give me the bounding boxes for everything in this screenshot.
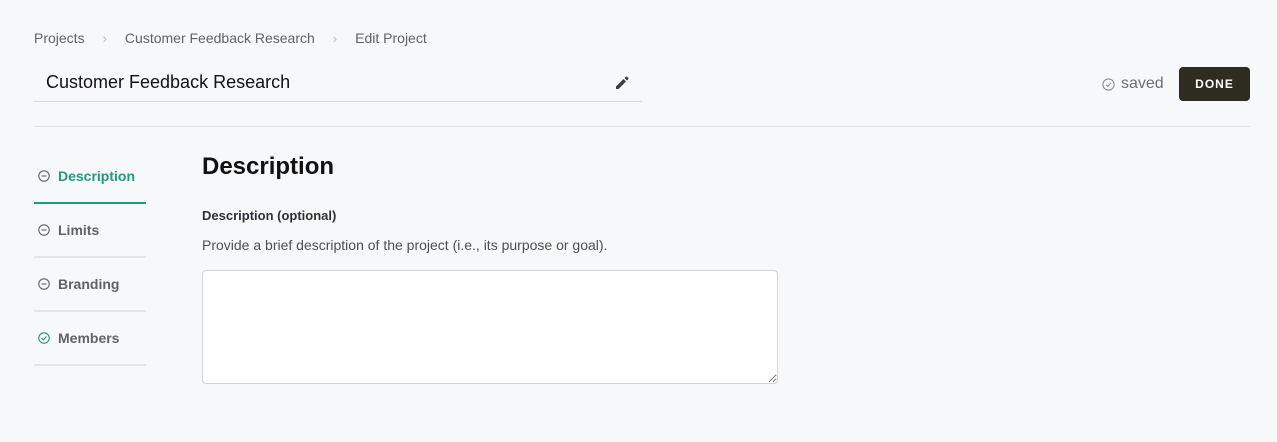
nav-item-label: Description	[58, 168, 136, 184]
saved-label: saved	[1121, 75, 1164, 92]
done-button[interactable]: DONE	[1179, 67, 1250, 101]
section-nav: Description Limits Branding Members	[34, 150, 146, 366]
description-label: Description (optional)	[202, 208, 337, 223]
breadcrumb-projects[interactable]: Projects	[34, 30, 85, 46]
breadcrumb-separator: ›	[102, 30, 107, 46]
nav-item-label: Members	[58, 330, 120, 346]
breadcrumb: Projects › Customer Feedback Research › …	[34, 30, 427, 46]
header-divider	[34, 126, 1250, 127]
pencil-icon[interactable]	[614, 75, 630, 91]
minus-circle-icon	[38, 278, 50, 290]
breadcrumb-current: Edit Project	[355, 30, 427, 46]
nav-item-description[interactable]: Description	[34, 150, 146, 204]
minus-circle-icon	[38, 224, 50, 236]
check-circle-icon	[1102, 77, 1115, 91]
minus-circle-icon	[38, 170, 50, 182]
nav-item-label: Branding	[58, 276, 120, 292]
nav-item-members[interactable]: Members	[34, 312, 146, 366]
breadcrumb-separator: ›	[332, 30, 338, 46]
project-title[interactable]: Customer Feedback Research	[46, 72, 290, 93]
nav-item-label: Limits	[58, 222, 100, 238]
breadcrumb-project[interactable]: Customer Feedback Research	[125, 30, 315, 46]
nav-item-limits[interactable]: Limits	[34, 204, 146, 258]
section-title: Description	[202, 153, 335, 180]
nav-item-branding[interactable]: Branding	[34, 258, 146, 312]
project-title-field[interactable]: Customer Feedback Research	[34, 64, 642, 102]
saved-status: saved	[1102, 75, 1164, 93]
check-circle-icon	[38, 332, 50, 344]
description-help-text: Provide a brief description of the proje…	[202, 237, 608, 253]
description-textarea[interactable]	[202, 270, 778, 384]
